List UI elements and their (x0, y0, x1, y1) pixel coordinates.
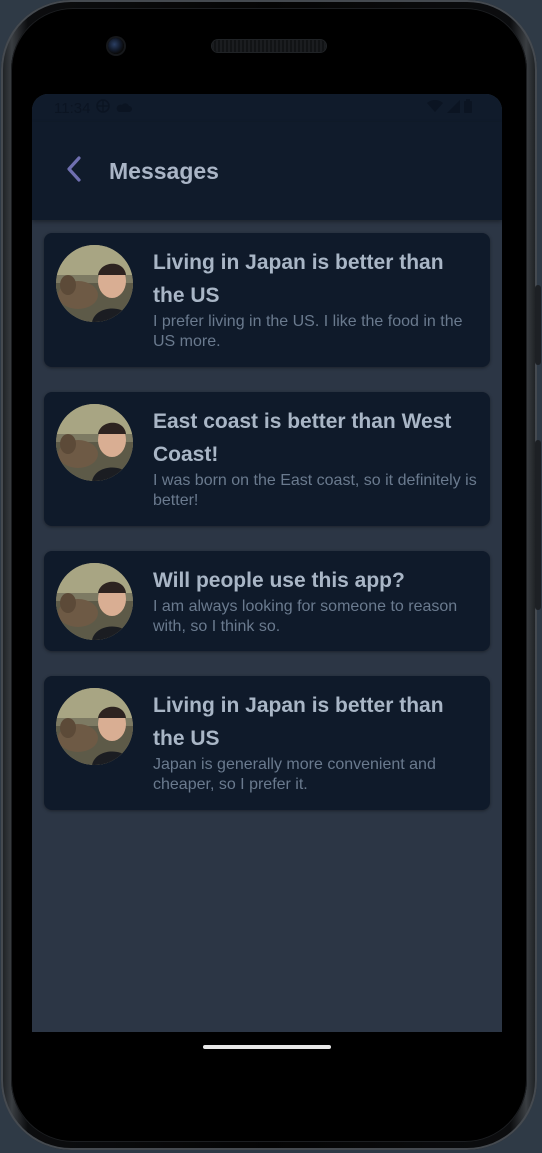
message-title: East coast is better than West Coast! (153, 410, 452, 466)
cloud-icon (116, 100, 133, 117)
earpiece-speaker (212, 40, 326, 52)
back-button[interactable] (58, 155, 90, 187)
status-time: 11:34 (54, 99, 91, 117)
message-card[interactable]: East coast is better than West Coast! I … (44, 392, 490, 526)
volume-button (535, 440, 541, 610)
front-camera (108, 38, 124, 54)
page-title: Messages (109, 157, 219, 184)
message-title: Living in Japan is better than the US (153, 694, 444, 750)
screen: 11:34 Messages Living in Japan is better… (32, 94, 502, 1032)
chevron-left-icon (66, 155, 82, 187)
avatar (56, 404, 133, 481)
message-preview: I am always looking for someone to reaso… (153, 598, 458, 635)
status-bar: 11:34 (32, 94, 502, 122)
avatar (56, 688, 133, 765)
message-list: Living in Japan is better than the US I … (32, 220, 502, 810)
signal-icon (447, 99, 460, 117)
message-preview: I prefer living in the US. I like the fo… (153, 313, 463, 350)
app-bar: Messages (32, 122, 502, 220)
avatar (56, 563, 133, 640)
globe-icon (96, 99, 111, 117)
message-card[interactable]: Living in Japan is better than the US I … (44, 233, 490, 367)
message-preview: I was born on the East coast, so it defi… (153, 472, 477, 509)
message-card[interactable]: Will people use this app? I am always lo… (44, 551, 490, 651)
navigation-bar (32, 1032, 502, 1062)
avatar (56, 245, 133, 322)
message-preview: Japan is generally more convenient and c… (153, 756, 436, 793)
message-card[interactable]: Living in Japan is better than the US Ja… (44, 676, 490, 810)
message-title: Will people use this app? (153, 569, 405, 592)
wifi-icon (427, 99, 443, 117)
message-title: Living in Japan is better than the US (153, 251, 444, 307)
home-gesture-handle[interactable] (203, 1045, 331, 1049)
power-button (535, 285, 541, 365)
battery-icon (464, 99, 472, 117)
